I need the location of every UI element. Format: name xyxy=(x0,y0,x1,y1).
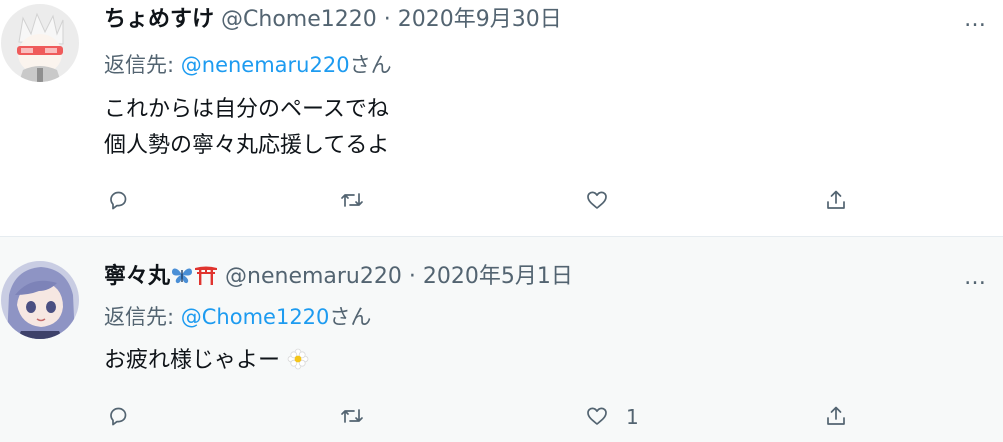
reply-suffix: さん xyxy=(349,53,392,77)
retweet-icon xyxy=(341,409,363,423)
share-button[interactable] xyxy=(816,396,856,436)
heart-icon xyxy=(587,407,607,425)
handle[interactable]: @Chome1220 xyxy=(221,7,377,32)
tweet[interactable]: 寧々丸 @nenemaru220 · 2020年5月1日 … 返信先: @Cho… xyxy=(0,237,1003,442)
like-count: 1 xyxy=(626,405,639,429)
reply-prefix: 返信先: xyxy=(104,305,175,329)
avatar[interactable] xyxy=(1,4,79,82)
display-name[interactable]: 寧々丸 xyxy=(104,264,170,289)
reply-context: 返信先: @Chome1220さん xyxy=(104,302,371,332)
avatar[interactable] xyxy=(1,261,79,339)
reply-mention-link[interactable]: @nenemaru220 xyxy=(181,53,350,77)
butterfly-emoji-icon xyxy=(172,268,193,284)
share-icon xyxy=(827,190,845,209)
reply-icon xyxy=(110,191,127,210)
reply-suffix: さん xyxy=(329,305,372,329)
tweet-text-line: これからは自分のペースでね xyxy=(104,97,389,122)
share-icon xyxy=(827,406,845,425)
more-options-icon[interactable]: … xyxy=(964,267,987,289)
tweet-header: 寧々丸 @nenemaru220 · 2020年5月1日 xyxy=(104,262,573,292)
reply-context: 返信先: @nenemaru220さん xyxy=(104,50,392,80)
reply-prefix: 返信先: xyxy=(104,53,175,77)
tweet-text: これからは自分のペースでね 個人勢の寧々丸応援してるよ xyxy=(104,92,389,164)
separator: · xyxy=(408,264,416,289)
reply-button[interactable] xyxy=(98,180,138,220)
display-name[interactable]: ちょめすけ xyxy=(104,7,214,32)
more-options-icon[interactable]: … xyxy=(964,9,987,31)
heart-icon xyxy=(587,191,607,209)
reply-icon xyxy=(110,407,127,426)
tweet-text: お疲れ様じゃよー xyxy=(104,343,309,379)
avatar-image xyxy=(1,4,79,82)
torii-emoji-icon xyxy=(195,266,218,285)
like-button[interactable] xyxy=(577,396,617,436)
retweet-button[interactable] xyxy=(332,396,372,436)
tweet-text-line: 個人勢の寧々丸応援してるよ xyxy=(104,133,390,158)
reply-mention-link[interactable]: @Chome1220 xyxy=(181,305,330,329)
tweet-header: ちょめすけ @Chome1220 · 2020年9月30日 xyxy=(104,5,562,35)
retweet-icon xyxy=(341,193,363,207)
like-button[interactable] xyxy=(577,180,617,220)
tweet-date[interactable]: 2020年9月30日 xyxy=(398,7,562,32)
share-button[interactable] xyxy=(816,180,856,220)
handle[interactable]: @nenemaru220 xyxy=(225,264,402,289)
tweet[interactable]: ちょめすけ @Chome1220 · 2020年9月30日 … 返信先: @ne… xyxy=(0,0,1003,236)
avatar-image xyxy=(1,261,79,339)
separator: · xyxy=(383,7,391,32)
retweet-button[interactable] xyxy=(332,180,372,220)
reply-button[interactable] xyxy=(98,396,138,436)
tweet-text-line: お疲れ様じゃよー xyxy=(104,348,281,373)
tweet-date[interactable]: 2020年5月1日 xyxy=(423,264,573,289)
flower-emoji-icon xyxy=(287,348,309,370)
